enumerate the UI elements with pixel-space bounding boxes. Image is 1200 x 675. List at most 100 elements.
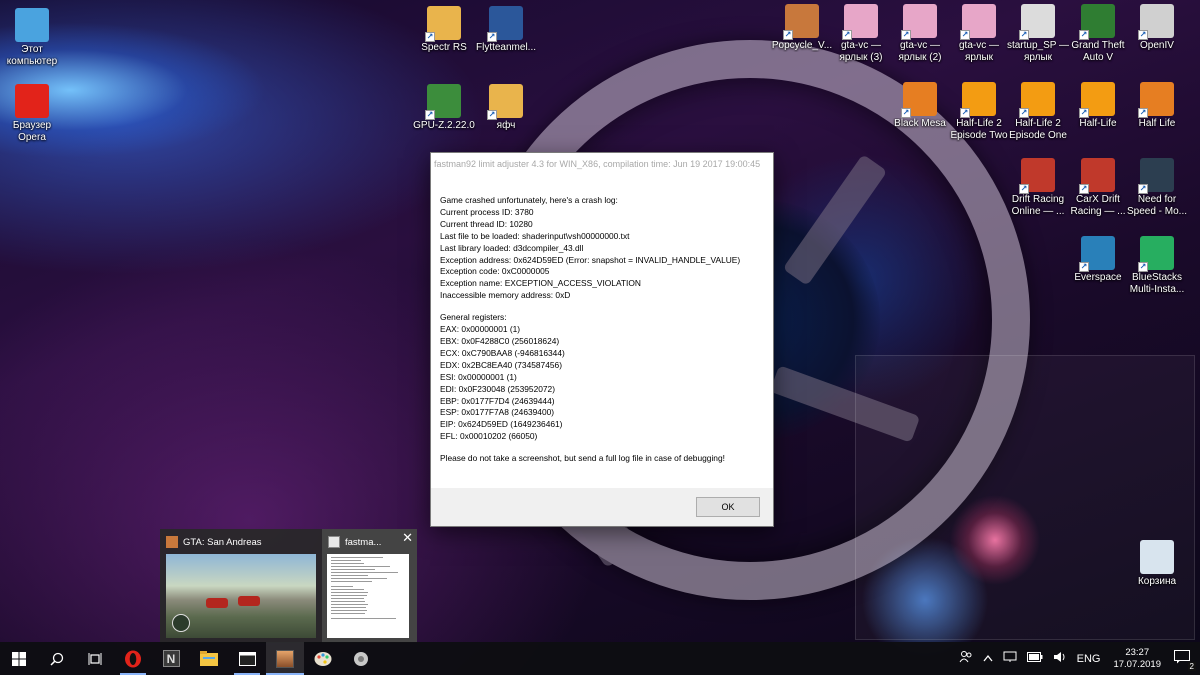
desktop-icon-label: Half-Life bbox=[1079, 118, 1117, 129]
desktop-icon[interactable]: ↗ gta-vc — ярлык (3) bbox=[829, 4, 893, 64]
game-preview bbox=[166, 554, 316, 638]
task-view-button[interactable] bbox=[76, 642, 114, 675]
desktop-icon-label: gta-vc — ярлык bbox=[958, 40, 999, 63]
crash-log-line: Current process ID: 3780 bbox=[440, 206, 534, 217]
shortcut-arrow-icon: ↗ bbox=[1079, 184, 1089, 194]
taskbar-paint[interactable] bbox=[304, 642, 342, 675]
ok-button[interactable]: OK bbox=[696, 497, 760, 517]
desktop-icon[interactable]: ↗ Need for Speed - Mo... bbox=[1125, 158, 1189, 218]
desktop-icon[interactable]: ↗ Half Life bbox=[1125, 82, 1189, 130]
register-line: EIP: 0x624D59ED (1649236461) bbox=[440, 419, 563, 430]
battery-icon[interactable] bbox=[1026, 652, 1043, 665]
shortcut-arrow-icon: ↗ bbox=[901, 30, 911, 40]
desktop-icon[interactable]: ↗ Popcycle_V... bbox=[770, 4, 834, 52]
file-explorer-icon bbox=[200, 651, 218, 666]
desktop-icon-label: Need for Speed - Mo... bbox=[1126, 194, 1188, 217]
desktop-icon-label: Black Mesa bbox=[894, 118, 946, 129]
close-icon[interactable]: ✕ bbox=[402, 532, 413, 546]
recycle-bin-icon bbox=[1140, 540, 1174, 574]
desktop-icon[interactable]: ↗ Drift Racing Online — ... bbox=[1006, 158, 1070, 218]
desktop-icon-label: Flytteanmel... bbox=[475, 42, 537, 53]
crash-log-line: Last library loaded: d3dcompiler_43.dll bbox=[440, 242, 584, 253]
shortcut-arrow-icon: ↗ bbox=[901, 108, 911, 118]
desktop-icon[interactable]: Браузер Opera bbox=[0, 84, 64, 144]
opera-icon bbox=[125, 650, 141, 667]
clock-date: 17.07.2019 bbox=[1113, 658, 1161, 670]
thumbnail-title: fastma... bbox=[345, 536, 382, 548]
register-line: EFL: 0x00010202 (66050) bbox=[440, 431, 538, 442]
desktop-icon-label: Half-Life 2 Episode Two bbox=[950, 118, 1008, 141]
desktop-icon[interactable]: Этот компьютер bbox=[0, 8, 64, 68]
taskbar-window-app[interactable] bbox=[228, 642, 266, 675]
desktop-icon[interactable]: ↗ Half-Life 2 Episode One bbox=[1006, 82, 1070, 142]
desktop-icon-label: Grand Theft Auto V bbox=[1071, 40, 1125, 63]
search-button[interactable] bbox=[38, 642, 76, 675]
desktop-icon[interactable]: ↗ Black Mesa bbox=[888, 82, 952, 130]
desktop-icon[interactable]: ↗ OpenIV bbox=[1125, 4, 1189, 52]
desktop-icon-label: Half-Life 2 Episode One bbox=[1009, 118, 1067, 141]
desktop-icon-label: gta-vc — ярлык (3) bbox=[839, 40, 883, 63]
language-indicator[interactable]: ENG bbox=[1077, 653, 1101, 665]
thumbnail-fastman[interactable]: fastma... ✕ bbox=[322, 529, 417, 643]
shortcut-arrow-icon: ↗ bbox=[1019, 30, 1029, 40]
people-icon[interactable] bbox=[959, 650, 973, 667]
desktop-icon-label: BlueStacks Multi-Insta... bbox=[1129, 272, 1185, 295]
desktop-icon[interactable]: ↗ Everspace bbox=[1066, 236, 1130, 284]
taskbar-opera[interactable] bbox=[114, 642, 152, 675]
search-icon bbox=[50, 652, 64, 666]
taskbar-n-app[interactable]: N bbox=[152, 642, 190, 675]
taskbar-tool[interactable] bbox=[342, 642, 380, 675]
desktop-icon[interactable]: Корзина bbox=[1125, 540, 1189, 588]
notifications-button[interactable]: 2 bbox=[1174, 650, 1196, 671]
desktop-icon[interactable]: ↗ BlueStacks Multi-Insta... bbox=[1125, 236, 1189, 296]
clock[interactable]: 23:27 17.07.2019 bbox=[1113, 647, 1161, 671]
system-tray: ENG 23:27 17.07.2019 2 bbox=[954, 642, 1200, 675]
n-app-icon: N bbox=[162, 650, 180, 667]
thumbnail-gta[interactable]: GTA: San Andreas bbox=[160, 529, 322, 643]
popcycle-icon: ↗ bbox=[783, 4, 819, 40]
desktop-icon[interactable]: ↗ Flytteanmel... bbox=[474, 6, 538, 54]
desktop-icon-label: Drift Racing Online — ... bbox=[1011, 194, 1065, 217]
taskbar-explorer[interactable] bbox=[190, 642, 228, 675]
gta-sa-icon bbox=[166, 536, 178, 548]
chevron-up-icon[interactable] bbox=[983, 653, 993, 665]
gears-icon bbox=[354, 651, 368, 666]
desktop-icon[interactable]: ↗ startup_SP — ярлык bbox=[1006, 4, 1070, 64]
network-icon[interactable] bbox=[1003, 651, 1017, 666]
shortcut-arrow-icon: ↗ bbox=[425, 110, 435, 120]
black-mesa-icon: ↗ bbox=[901, 82, 937, 118]
register-line: ESI: 0x00000001 (1) bbox=[440, 371, 517, 382]
desktop-icon-label: Popcycle_V... bbox=[771, 40, 833, 51]
desktop-icon[interactable]: ↗ Half-Life 2 Episode Two bbox=[947, 82, 1011, 142]
palette-icon bbox=[314, 651, 332, 666]
opera-icon bbox=[15, 84, 49, 118]
drift-racing-icon: ↗ bbox=[1019, 158, 1055, 194]
taskbar-gta-sa[interactable] bbox=[266, 642, 304, 675]
volume-icon[interactable] bbox=[1053, 651, 1067, 666]
desktop-icon[interactable]: ↗ Grand Theft Auto V bbox=[1066, 4, 1130, 64]
desktop-icon[interactable]: ↗ Spectr RS bbox=[412, 6, 476, 54]
gta-v-icon: ↗ bbox=[1079, 4, 1115, 40]
folder-icon: ↗ bbox=[487, 84, 523, 120]
gears-icon: ↗ bbox=[1019, 4, 1055, 40]
crash-dialog[interactable]: fastman92 limit adjuster 4.3 for WIN_X86… bbox=[430, 152, 774, 527]
openiv-icon: ↗ bbox=[1138, 4, 1174, 40]
crash-log-line: Last file to be loaded: shaderinput\vsh0… bbox=[440, 230, 630, 241]
desktop-icon[interactable]: ↗ Half-Life bbox=[1066, 82, 1130, 130]
desktop-icon[interactable]: ↗ яфч bbox=[474, 84, 538, 132]
register-line: EBX: 0x0F4288C0 (256018624) bbox=[440, 335, 560, 346]
register-line: ECX: 0xC790BAA8 (-946816344) bbox=[440, 347, 565, 358]
crash-log-line: Exception code: 0xC0000005 bbox=[440, 266, 550, 277]
shortcut-arrow-icon: ↗ bbox=[1019, 184, 1029, 194]
desktop-icon-label: startup_SP — ярлык bbox=[1006, 40, 1070, 63]
dialog-body: Game crashed unfortunately, here's a cra… bbox=[431, 179, 773, 465]
shortcut-arrow-icon: ↗ bbox=[1138, 108, 1148, 118]
desktop-icon[interactable]: ↗ gta-vc — ярлык (2) bbox=[888, 4, 952, 64]
start-button[interactable] bbox=[0, 642, 38, 675]
desktop-icon[interactable]: ↗ gta-vc — ярлык bbox=[947, 4, 1011, 64]
dialog-title[interactable]: fastman92 limit adjuster 4.3 for WIN_X86… bbox=[431, 153, 773, 179]
desktop-icon[interactable]: ↗ GPU-Z.2.22.0 bbox=[412, 84, 476, 132]
register-line: EBP: 0x0177F7D4 (24639444) bbox=[440, 395, 555, 406]
desktop-icon[interactable]: ↗ CarX Drift Racing — ... bbox=[1066, 158, 1130, 218]
desktop-icon-label: Этот компьютер bbox=[6, 44, 58, 67]
